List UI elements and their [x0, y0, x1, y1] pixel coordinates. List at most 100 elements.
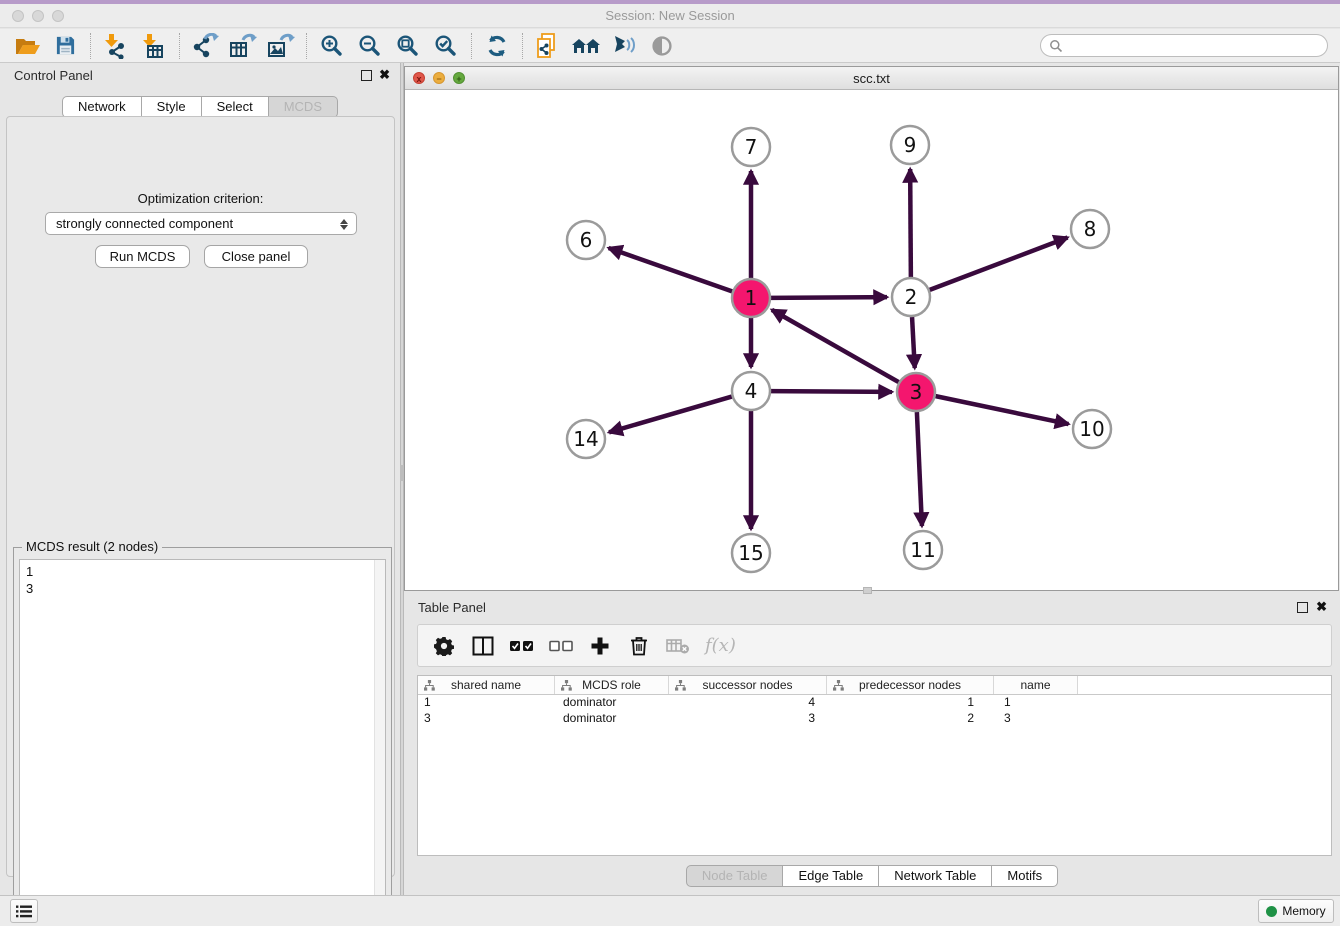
network-resize-grip[interactable] — [863, 587, 872, 594]
table-cell[interactable]: 3 — [994, 711, 1078, 727]
memory-status-icon — [1266, 906, 1277, 917]
graph-edge-4-14[interactable] — [609, 397, 732, 433]
svg-text:6: 6 — [580, 228, 593, 252]
table-cell[interactable]: 4 — [669, 695, 827, 711]
graph-node-4[interactable]: 4 — [732, 372, 770, 410]
result-scrollbar[interactable] — [374, 560, 385, 918]
column-header-successor-nodes[interactable]: successor nodes — [669, 676, 827, 694]
delete-table-icon[interactable] — [666, 634, 690, 658]
close-panel-icon[interactable]: ✖ — [379, 67, 390, 83]
tab-node-table[interactable]: Node Table — [686, 865, 784, 887]
graph-edge-1-2[interactable] — [771, 297, 887, 298]
table-cell[interactable]: 1 — [994, 695, 1078, 711]
close-panel-button[interactable]: Close panel — [204, 245, 308, 268]
table-cell[interactable]: dominator — [555, 695, 669, 711]
deselect-all-icon[interactable] — [549, 634, 573, 658]
table-row[interactable]: 1dominator411 — [418, 695, 1331, 711]
select-all-icon[interactable] — [510, 634, 534, 658]
graph-edge-1-6[interactable] — [609, 248, 732, 291]
export-image-icon[interactable] — [262, 31, 300, 61]
delete-column-icon[interactable] — [627, 634, 651, 658]
graph-node-9[interactable]: 9 — [891, 126, 929, 164]
task-history-button[interactable] — [10, 899, 38, 923]
status-bar: Memory — [0, 895, 1340, 926]
graph-node-7[interactable]: 7 — [732, 128, 770, 166]
float-table-panel-icon[interactable] — [1297, 602, 1308, 613]
toggle-panel-icon[interactable] — [471, 634, 495, 658]
memory-button[interactable]: Memory — [1258, 899, 1334, 923]
table-cell[interactable]: dominator — [555, 711, 669, 727]
graph-edge-3-10[interactable] — [936, 396, 1069, 424]
column-header-shared-name[interactable]: shared name — [418, 676, 555, 694]
close-table-panel-icon[interactable]: ✖ — [1316, 599, 1327, 615]
export-network-icon[interactable] — [186, 31, 224, 61]
svg-text:15: 15 — [738, 541, 763, 565]
open-session-icon[interactable] — [8, 31, 46, 61]
toolbar-separator — [90, 33, 91, 59]
graph-node-11[interactable]: 11 — [904, 531, 942, 569]
column-header-name[interactable]: name — [994, 676, 1078, 694]
search-icon — [1049, 39, 1063, 53]
zoom-in-icon[interactable] — [313, 31, 351, 61]
first-neighbors-icon[interactable] — [567, 31, 605, 61]
graph-edge-2-8[interactable] — [930, 238, 1068, 290]
tab-select[interactable]: Select — [202, 96, 269, 118]
network-graph[interactable]: 7 9 6 8 1 2 4 3 14 10 15 11 — [405, 90, 1338, 590]
import-table-icon[interactable] — [135, 31, 173, 61]
mcds-result-text: 1 3 — [26, 563, 33, 597]
criterion-select[interactable]: strongly connected component — [45, 212, 357, 235]
import-network-icon[interactable] — [97, 31, 135, 61]
graph-edge-4-3[interactable] — [771, 391, 892, 392]
float-panel-icon[interactable] — [361, 70, 372, 81]
zoom-out-icon[interactable] — [351, 31, 389, 61]
save-session-icon[interactable] — [46, 31, 84, 61]
mcds-result-area[interactable]: 1 3 — [19, 559, 386, 919]
column-header-MCDS-role[interactable]: MCDS role — [555, 676, 669, 694]
tab-mcds[interactable]: MCDS — [269, 96, 338, 118]
table-settings-icon[interactable] — [432, 634, 456, 658]
refresh-view-icon[interactable] — [478, 31, 516, 61]
svg-text:9: 9 — [904, 133, 917, 157]
graph-node-15[interactable]: 15 — [732, 534, 770, 572]
graph-node-10[interactable]: 10 — [1073, 410, 1111, 448]
show-hide-eye-icon[interactable] — [643, 31, 681, 61]
graph-node-6[interactable]: 6 — [567, 221, 605, 259]
table-cell[interactable]: 3 — [418, 711, 555, 727]
graph-node-2[interactable]: 2 — [892, 278, 930, 316]
tab-edge-table[interactable]: Edge Table — [783, 865, 879, 887]
tab-style[interactable]: Style — [142, 96, 202, 118]
graph-edge-3-11[interactable] — [917, 412, 922, 526]
table-cell[interactable]: 1 — [418, 695, 555, 711]
toolbar-separator — [522, 33, 523, 59]
table-cell[interactable]: 1 — [827, 695, 994, 711]
graph-node-3[interactable]: 3 — [897, 373, 935, 411]
tab-motifs[interactable]: Motifs — [992, 865, 1058, 887]
show-graphics-details-icon[interactable] — [605, 31, 643, 61]
export-table-icon[interactable] — [224, 31, 262, 61]
graph-edge-3-1[interactable] — [772, 310, 899, 382]
table-row[interactable]: 3dominator323 — [418, 711, 1331, 727]
zoom-selected-icon[interactable] — [427, 31, 465, 61]
graph-node-1[interactable]: 1 — [732, 279, 770, 317]
add-column-icon[interactable] — [588, 634, 612, 658]
clone-network-icon[interactable] — [529, 31, 567, 61]
run-mcds-button[interactable]: Run MCDS — [95, 245, 190, 268]
table-panel-title: Table Panel — [418, 600, 486, 615]
search-input[interactable] — [1063, 37, 1327, 55]
graph-edge-2-9[interactable] — [910, 169, 911, 277]
search-box[interactable] — [1040, 34, 1328, 57]
function-builder-icon[interactable]: f(x) — [705, 634, 736, 658]
tab-network[interactable]: Network — [62, 96, 142, 118]
list-icon — [16, 905, 32, 918]
network-window-titlebar[interactable]: x − + scc.txt — [405, 67, 1338, 90]
graph-node-14[interactable]: 14 — [567, 420, 605, 458]
main-toolbar — [0, 29, 1340, 63]
table-cell[interactable]: 3 — [669, 711, 827, 727]
graph-node-8[interactable]: 8 — [1071, 210, 1109, 248]
tab-network-table[interactable]: Network Table — [879, 865, 992, 887]
zoom-fit-icon[interactable] — [389, 31, 427, 61]
column-header-predecessor-nodes[interactable]: predecessor nodes — [827, 676, 994, 694]
graph-edge-2-3[interactable] — [912, 317, 915, 368]
svg-text:1: 1 — [745, 286, 758, 310]
table-cell[interactable]: 2 — [827, 711, 994, 727]
